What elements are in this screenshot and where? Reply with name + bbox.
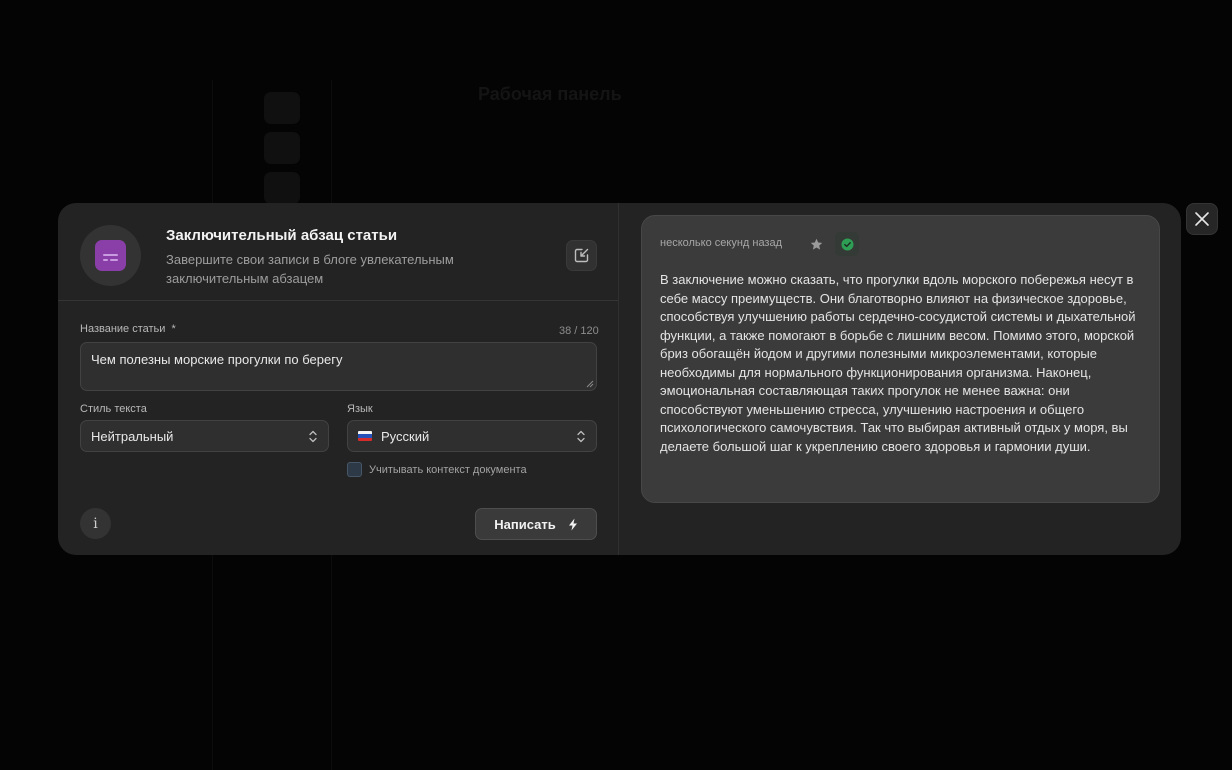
star-icon bbox=[810, 238, 822, 250]
open-external-icon bbox=[574, 248, 589, 263]
document-context-label: Учитывать контекст документа bbox=[369, 463, 527, 476]
background-nav-icon bbox=[264, 132, 300, 164]
info-icon: i bbox=[93, 515, 98, 532]
resize-grip-icon[interactable] bbox=[586, 380, 594, 388]
tool-description: Завершите свои записи в блоге увлекатель… bbox=[166, 252, 454, 286]
article-title-input[interactable]: Чем полезны морские прогулки по берегу bbox=[80, 342, 597, 391]
tool-header: Заключительный абзац статьи Завершите св… bbox=[58, 203, 618, 301]
result-text: В заключение можно сказать, что прогулки… bbox=[660, 272, 1136, 454]
result-card: несколько секунд назад В заключение можн… bbox=[641, 215, 1160, 503]
accept-result-button[interactable] bbox=[835, 232, 859, 256]
text-style-select[interactable]: Нейтральный bbox=[80, 420, 329, 452]
required-mark: * bbox=[171, 323, 176, 335]
article-title-label: Название статьи * bbox=[80, 323, 176, 335]
russia-flag-icon bbox=[358, 431, 372, 441]
chevron-updown-icon bbox=[577, 430, 585, 443]
open-in-editor-button[interactable] bbox=[566, 240, 597, 271]
tool-form-panel: Заключительный абзац статьи Завершите св… bbox=[58, 203, 619, 555]
background-title: Рабочая панель bbox=[478, 84, 622, 104]
lightning-icon bbox=[568, 518, 577, 530]
background-nav-icon bbox=[264, 172, 300, 204]
check-circle-icon bbox=[841, 238, 853, 250]
character-counter: 38 / 120 bbox=[559, 325, 599, 337]
tool-modal: Заключительный абзац статьи Завершите св… bbox=[58, 203, 1181, 555]
document-context-option[interactable]: Учитывать контекст документа bbox=[347, 462, 527, 477]
language-label: Язык bbox=[347, 403, 373, 415]
result-timestamp: несколько секунд назад bbox=[660, 237, 783, 249]
tool-title: Заключительный абзац статьи bbox=[166, 227, 398, 244]
result-panel: несколько секунд назад В заключение можн… bbox=[619, 203, 1181, 555]
article-paragraph-icon bbox=[95, 240, 126, 271]
language-select[interactable]: Русский bbox=[347, 420, 597, 452]
info-button[interactable]: i bbox=[80, 508, 111, 539]
close-modal-button[interactable] bbox=[1186, 203, 1218, 235]
text-style-label: Стиль текста bbox=[80, 403, 147, 415]
document-context-checkbox[interactable] bbox=[347, 462, 362, 477]
chevron-updown-icon bbox=[309, 430, 317, 443]
tool-avatar bbox=[80, 225, 141, 286]
background-nav-icon bbox=[264, 92, 300, 124]
favorite-button[interactable] bbox=[807, 235, 825, 253]
write-button[interactable]: Написать bbox=[475, 508, 597, 540]
close-icon bbox=[1195, 212, 1209, 226]
